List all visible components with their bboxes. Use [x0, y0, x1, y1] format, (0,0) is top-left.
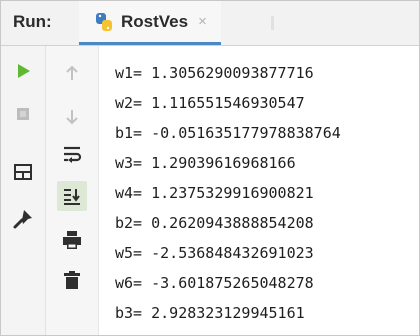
right-toolbar: [46, 46, 99, 335]
close-icon[interactable]: ×: [198, 13, 207, 30]
drag-handle[interactable]: [271, 16, 274, 30]
run-icon[interactable]: [8, 56, 38, 86]
soft-wrap-icon[interactable]: [57, 139, 87, 169]
console-line: w6= -3.601875265048278: [115, 274, 314, 292]
console-output[interactable]: w1= 1.3056290093877716 w2= 1.11655154693…: [99, 46, 417, 335]
run-header: Run: RostVes ×: [1, 1, 419, 46]
down-arrow-icon[interactable]: [57, 102, 87, 132]
tab-rostves[interactable]: RostVes ×: [79, 1, 221, 45]
trash-icon[interactable]: [57, 265, 87, 295]
up-arrow-icon[interactable]: [57, 58, 87, 88]
tab-title: RostVes: [121, 11, 189, 31]
console-line: w1= 1.3056290093877716: [115, 64, 314, 82]
console-line: b2= 0.2620943888854208: [115, 214, 314, 232]
console-line: w5= -2.536848432691023: [115, 244, 314, 262]
print-icon[interactable]: [57, 225, 87, 255]
left-toolbar: [1, 46, 46, 335]
console-line: w2= 1.116551546930547: [115, 94, 305, 112]
console-line: w3= 1.29039616968166: [115, 154, 296, 172]
layout-icon[interactable]: [8, 157, 38, 187]
console-line: w4= 1.2375329916900821: [115, 184, 314, 202]
console-line: b3= 2.928323129945161: [115, 304, 305, 322]
python-icon: [93, 11, 115, 33]
run-label: Run:: [13, 12, 52, 31]
console-line: b1= -0.051635177978838764: [115, 124, 341, 142]
pin-icon[interactable]: [8, 204, 38, 234]
stop-icon[interactable]: [8, 99, 38, 129]
run-tool-window: Run: RostVes × w1= 1.3056290093877716 w2…: [0, 0, 420, 336]
scroll-to-end-icon[interactable]: [57, 181, 87, 211]
